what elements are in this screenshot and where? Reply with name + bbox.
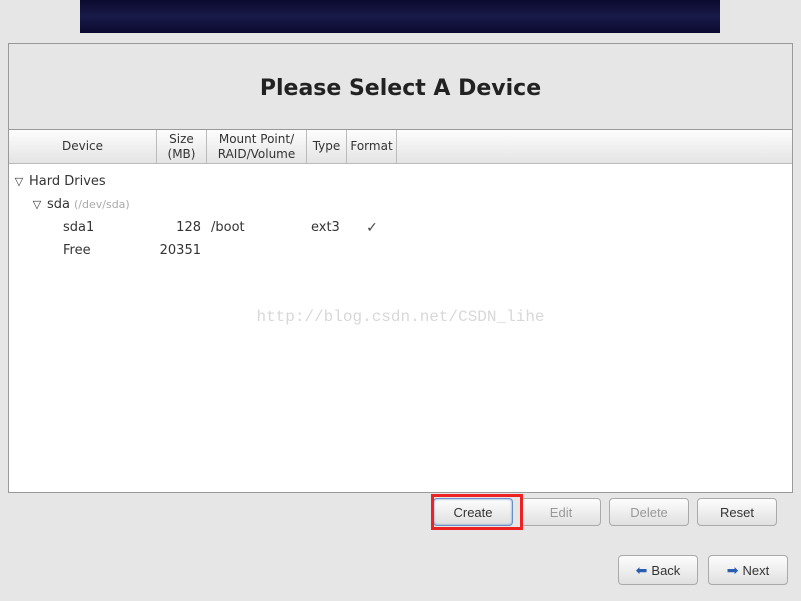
edit-button: Edit bbox=[521, 498, 601, 526]
arrow-right-icon: ➡ bbox=[727, 563, 739, 577]
nav-buttons: ⬅ Back ➡ Next bbox=[618, 555, 788, 585]
header-type[interactable]: Type bbox=[307, 130, 347, 163]
next-label: Next bbox=[743, 563, 770, 578]
partition-type: ext3 bbox=[307, 220, 347, 235]
create-button[interactable]: Create bbox=[433, 498, 513, 526]
device-table: Device Size (MB) Mount Point/ RAID/Volum… bbox=[9, 130, 792, 489]
partition-size: 128 bbox=[157, 220, 207, 235]
disk-path: (/dev/sda) bbox=[74, 198, 130, 211]
header-format[interactable]: Format bbox=[347, 130, 397, 163]
next-button[interactable]: ➡ Next bbox=[708, 555, 788, 585]
check-icon: ✓ bbox=[347, 220, 397, 236]
table-row[interactable]: sda1 128 /boot ext3 ✓ bbox=[9, 216, 792, 239]
root-label: Hard Drives bbox=[29, 174, 106, 189]
disk-name: sda bbox=[47, 197, 70, 212]
reset-button[interactable]: Reset bbox=[697, 498, 777, 526]
partition-name: Free bbox=[63, 243, 91, 258]
partition-mount: /boot bbox=[207, 220, 307, 235]
chevron-down-icon[interactable]: ▽ bbox=[31, 198, 43, 211]
table-row[interactable]: Free 20351 bbox=[9, 239, 792, 262]
tree-body: ▽ Hard Drives ▽ sda (/dev/sda) sda1 128 … bbox=[9, 164, 792, 268]
tree-root-row[interactable]: ▽ Hard Drives bbox=[9, 170, 792, 193]
arrow-left-icon: ⬅ bbox=[636, 563, 648, 577]
page-title: Please Select A Device bbox=[9, 44, 792, 130]
back-button[interactable]: ⬅ Back bbox=[618, 555, 698, 585]
action-buttons: Create Edit Delete Reset bbox=[433, 498, 777, 526]
back-label: Back bbox=[651, 563, 680, 578]
header-size[interactable]: Size (MB) bbox=[157, 130, 207, 163]
tree-disk-row[interactable]: ▽ sda (/dev/sda) bbox=[9, 193, 792, 216]
top-banner bbox=[80, 0, 720, 33]
partition-name: sda1 bbox=[63, 220, 94, 235]
partition-size: 20351 bbox=[157, 243, 207, 258]
delete-button: Delete bbox=[609, 498, 689, 526]
chevron-down-icon[interactable]: ▽ bbox=[13, 175, 25, 188]
header-mount[interactable]: Mount Point/ RAID/Volume bbox=[207, 130, 307, 163]
table-header: Device Size (MB) Mount Point/ RAID/Volum… bbox=[9, 130, 792, 164]
main-panel: Please Select A Device Device Size (MB) … bbox=[8, 43, 793, 493]
header-device[interactable]: Device bbox=[9, 130, 157, 163]
